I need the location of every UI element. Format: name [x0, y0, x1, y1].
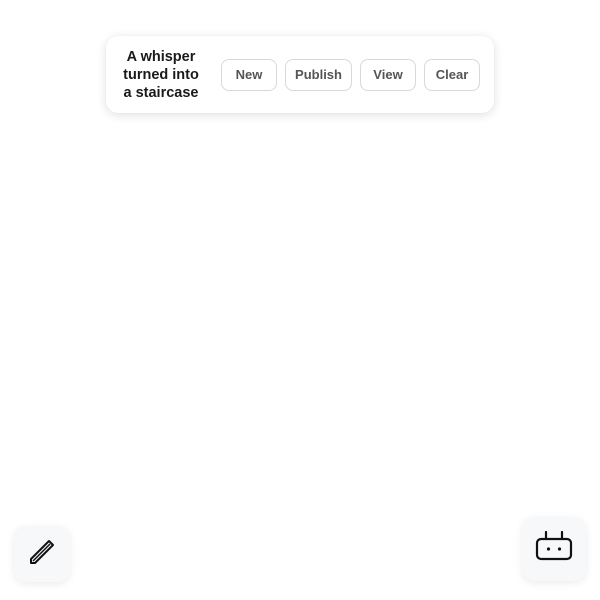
- toolbar-button-group: New Publish View Clear: [221, 58, 480, 91]
- view-button[interactable]: View: [360, 58, 416, 91]
- top-toolbar: A whisper turned into a staircase New Pu…: [106, 36, 494, 113]
- clear-button[interactable]: Clear: [424, 58, 480, 91]
- canvas[interactable]: A whisper turned into a staircase New Pu…: [0, 0, 600, 600]
- document-title: A whisper turned into a staircase: [123, 48, 199, 101]
- robot-icon: [534, 529, 574, 570]
- pen-icon: [27, 537, 57, 572]
- publish-button[interactable]: Publish: [285, 58, 352, 91]
- assistant-bot-button[interactable]: [522, 517, 586, 581]
- new-button[interactable]: New: [221, 58, 277, 91]
- pen-tool-button[interactable]: [14, 526, 70, 582]
